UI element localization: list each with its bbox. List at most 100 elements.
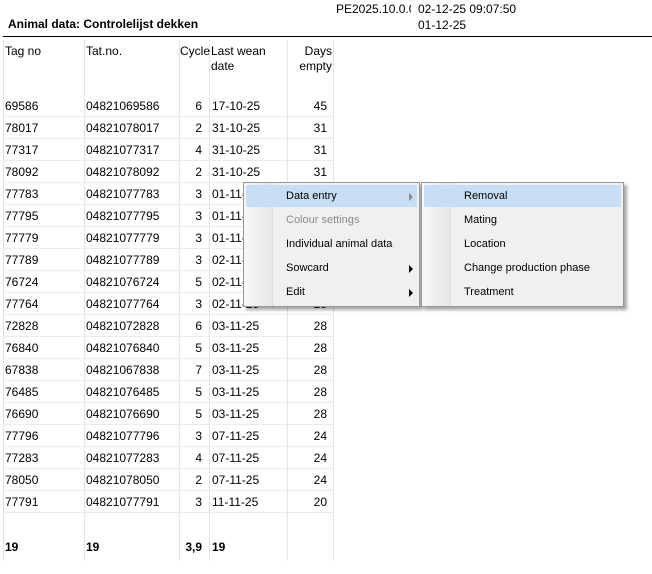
col-header-days-line1: Days bbox=[304, 44, 332, 58]
menu-item-sowcard[interactable]: Sowcard bbox=[246, 257, 417, 279]
tat-no-cell: 04821077764 bbox=[86, 297, 160, 311]
submenu-item-label: Treatment bbox=[464, 286, 514, 298]
tag-no-cell: 72828 bbox=[5, 319, 39, 333]
last-wean-date-cell: 03-11-25 bbox=[212, 363, 260, 377]
cycle-cell: 3 bbox=[195, 429, 202, 443]
tag-no-cell: 77783 bbox=[5, 187, 39, 201]
tag-no-cell: 69586 bbox=[5, 99, 39, 113]
col-header-tat-no[interactable]: Tat.no. bbox=[86, 44, 122, 59]
menu-item-label: Colour settings bbox=[286, 214, 360, 226]
cycle-cell: 3 bbox=[195, 231, 202, 245]
tat-no-cell: 04821077283 bbox=[86, 451, 160, 465]
tat-no-cell: 04821076485 bbox=[86, 385, 160, 399]
tat-no-cell: 04821076690 bbox=[86, 407, 160, 421]
table-row[interactable]: 76485 04821076485 5 03-11-25 28 bbox=[3, 381, 334, 403]
table-row[interactable]: 77283 04821077283 4 07-11-25 24 bbox=[3, 447, 334, 469]
submenu-item-treatment[interactable]: Treatment bbox=[424, 281, 621, 303]
tag-no-cell: 78092 bbox=[5, 165, 39, 179]
table-row[interactable]: 78092 04821078092 2 31-10-25 31 bbox=[3, 161, 334, 183]
tat-no-cell: 04821077317 bbox=[86, 143, 160, 157]
version-label: PE2025.10.0.0 bbox=[336, 2, 411, 16]
submenu-item-label: Location bbox=[464, 238, 506, 250]
days-empty-cell: 28 bbox=[313, 363, 327, 377]
table-row[interactable]: 77796 04821077796 3 07-11-25 24 bbox=[3, 425, 334, 447]
days-empty-cell: 31 bbox=[313, 165, 327, 179]
average-cycle: 3,9 bbox=[185, 540, 202, 554]
submenu-item-removal[interactable]: Removal bbox=[424, 185, 621, 207]
last-wean-date-cell: 31-10-25 bbox=[212, 165, 261, 179]
last-wean-date-cell: 03-11-25 bbox=[212, 341, 260, 355]
total-tat-count: 19 bbox=[86, 540, 100, 554]
submenu-arrow-icon bbox=[409, 265, 413, 273]
tag-no-cell: 77317 bbox=[5, 143, 39, 157]
header-divider bbox=[3, 36, 652, 37]
table-row[interactable]: 77791 04821077791 3 11-11-25 20 bbox=[3, 491, 334, 513]
cycle-cell: 6 bbox=[195, 99, 202, 113]
cycle-cell: 3 bbox=[195, 209, 202, 223]
tat-no-cell: 04821077795 bbox=[86, 209, 160, 223]
last-wean-date-cell: 07-11-25 bbox=[212, 473, 260, 487]
menu-item-edit[interactable]: Edit bbox=[246, 281, 417, 303]
col-header-last-wean-date[interactable]: Last wean date bbox=[211, 44, 266, 74]
tat-no-cell: 04821076724 bbox=[86, 275, 160, 289]
table-row[interactable]: 72828 04821072828 6 03-11-25 28 bbox=[3, 315, 334, 337]
total-wean-count: 19 bbox=[212, 540, 226, 554]
table-row[interactable]: 76840 04821076840 5 03-11-25 28 bbox=[3, 337, 334, 359]
cycle-cell: 2 bbox=[195, 165, 202, 179]
tag-no-cell: 76690 bbox=[5, 407, 39, 421]
menu-item-individual-animal-data[interactable]: Individual animal data bbox=[246, 233, 417, 255]
last-wean-date-cell: 03-11-25 bbox=[212, 407, 260, 421]
last-wean-date-cell: 03-11-25 bbox=[212, 385, 260, 399]
tat-no-cell: 04821076840 bbox=[86, 341, 160, 355]
table-row[interactable]: 69586 04821069586 6 17-10-25 45 bbox=[3, 95, 334, 117]
tat-no-cell: 04821077783 bbox=[86, 187, 160, 201]
cycle-cell: 5 bbox=[195, 275, 202, 289]
cycle-cell: 2 bbox=[195, 121, 202, 135]
col-header-days-empty[interactable]: Days empty bbox=[289, 44, 332, 74]
tat-no-cell: 04821077796 bbox=[86, 429, 160, 443]
tat-no-cell: 04821067838 bbox=[86, 363, 160, 377]
cycle-cell: 3 bbox=[195, 495, 202, 509]
submenu-item-change-production-phase[interactable]: Change production phase bbox=[424, 257, 621, 279]
menu-item-label: Data entry bbox=[286, 190, 337, 202]
data-entry-submenu: Removal Mating Location Change production p… bbox=[421, 182, 624, 307]
submenu-arrow-icon bbox=[409, 289, 413, 297]
totals-row: 19 19 3,9 19 bbox=[3, 536, 334, 558]
tag-no-cell: 76485 bbox=[5, 385, 39, 399]
col-header-cycle[interactable]: Cycle bbox=[180, 44, 210, 59]
table-row[interactable]: 77317 04821077317 4 31-10-25 31 bbox=[3, 139, 334, 161]
days-empty-cell: 45 bbox=[313, 99, 327, 113]
report-date: 01-12-25 bbox=[418, 18, 467, 32]
cycle-cell: 5 bbox=[195, 407, 202, 421]
tag-no-cell: 76840 bbox=[5, 341, 39, 355]
tat-no-cell: 04821077779 bbox=[86, 231, 160, 245]
tag-no-cell: 77795 bbox=[5, 209, 39, 223]
submenu-item-location[interactable]: Location bbox=[424, 233, 621, 255]
tag-no-cell: 78017 bbox=[5, 121, 39, 135]
menu-item-data-entry[interactable]: Data entry bbox=[246, 185, 417, 207]
submenu-item-mating[interactable]: Mating bbox=[424, 209, 621, 231]
cycle-cell: 6 bbox=[195, 319, 202, 333]
tag-no-cell: 76724 bbox=[5, 275, 39, 289]
table-row[interactable]: 76690 04821076690 5 03-11-25 28 bbox=[3, 403, 334, 425]
report-title: Animal data: Controlelijst dekken bbox=[8, 17, 199, 31]
menu-item-label: Individual animal data bbox=[286, 238, 393, 250]
print-datetime: 02-12-25 09:07:50 bbox=[418, 2, 517, 16]
tat-no-cell: 04821078050 bbox=[86, 473, 160, 487]
cycle-cell: 3 bbox=[195, 297, 202, 311]
tag-no-cell: 77283 bbox=[5, 451, 39, 465]
table-row[interactable]: 67838 04821067838 7 03-11-25 28 bbox=[3, 359, 334, 381]
col-header-days-line2: empty bbox=[299, 59, 332, 73]
table-row[interactable]: 78017 04821078017 2 31-10-25 31 bbox=[3, 117, 334, 139]
tag-no-cell: 78050 bbox=[5, 473, 39, 487]
submenu-item-label: Removal bbox=[464, 190, 508, 202]
submenu-item-label: Mating bbox=[464, 214, 498, 226]
last-wean-date-cell: 31-10-25 bbox=[212, 121, 261, 135]
days-empty-cell: 24 bbox=[313, 451, 327, 465]
table-row[interactable]: 78050 04821078050 2 07-11-25 24 bbox=[3, 469, 334, 491]
col-header-tag-no[interactable]: Tag no bbox=[5, 44, 41, 59]
last-wean-date-cell: 07-11-25 bbox=[212, 451, 260, 465]
last-wean-date-cell: 31-10-25 bbox=[212, 143, 261, 157]
tat-no-cell: 04821069586 bbox=[86, 99, 160, 113]
days-empty-cell: 28 bbox=[313, 341, 327, 355]
